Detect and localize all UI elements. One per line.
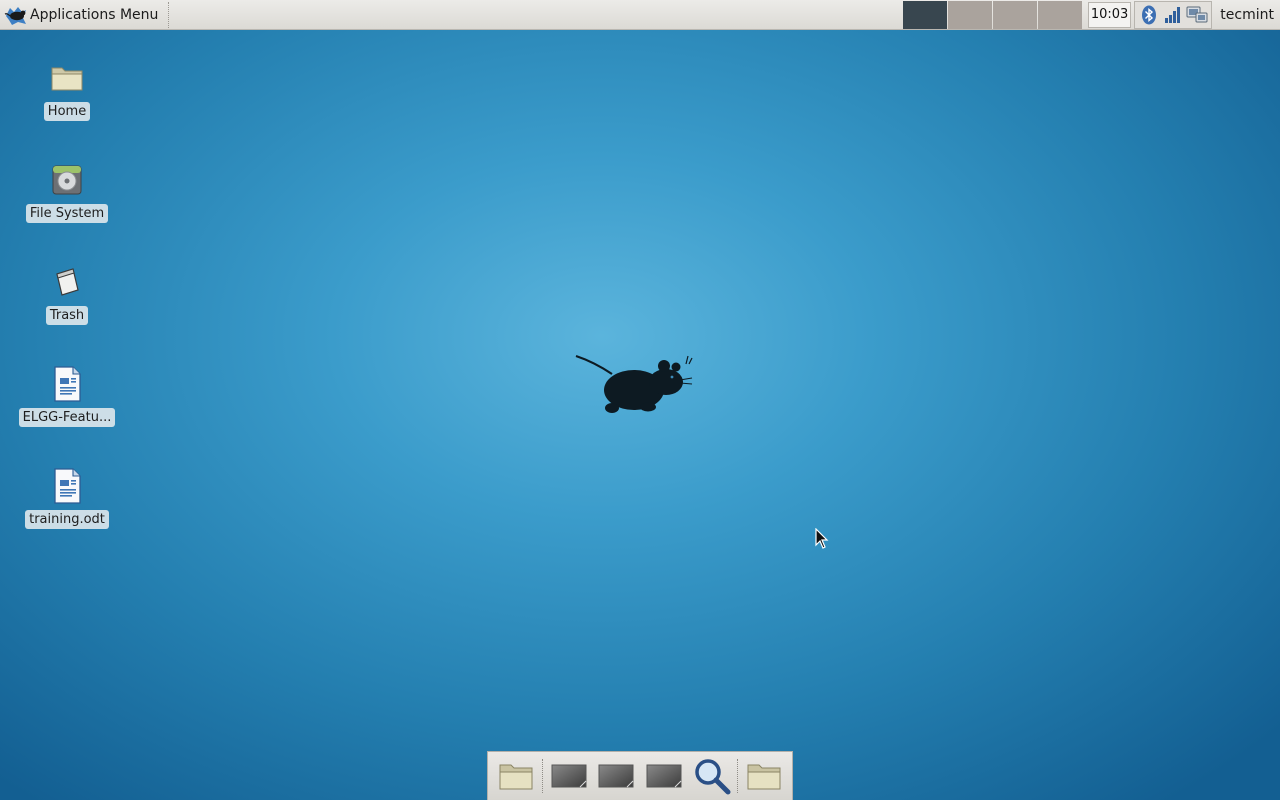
window-icon — [598, 764, 634, 788]
user-menu[interactable]: tecmint — [1216, 7, 1280, 23]
window-button-1[interactable] — [545, 754, 593, 798]
desktop-icon-label: Home — [43, 102, 91, 121]
bottom-dock — [487, 751, 793, 800]
window-icon — [646, 764, 682, 788]
desktop-icon-trash[interactable]: Trash — [7, 262, 127, 325]
desktop-icon-label: ELGG-Featu... — [18, 408, 116, 427]
folder-icon — [747, 764, 781, 790]
network-manager-icon[interactable] — [1186, 4, 1208, 26]
window-button-3[interactable] — [640, 754, 688, 798]
workspace-3[interactable] — [992, 0, 1037, 29]
xfce-mouse-icon — [4, 6, 26, 25]
workspace-1[interactable] — [902, 0, 947, 29]
desktop-icon-home[interactable]: Home — [7, 58, 127, 121]
app-finder-icon — [694, 759, 731, 795]
workspace-switcher — [902, 0, 1083, 29]
workspace-4[interactable] — [1037, 0, 1082, 29]
desktop-icon-label: training.odt — [25, 510, 109, 529]
dock-separator — [737, 759, 739, 793]
file-manager-launcher[interactable] — [492, 754, 540, 798]
workspace-2[interactable] — [947, 0, 992, 29]
trash-icon — [47, 262, 87, 302]
applications-menu-button[interactable]: Applications Menu — [0, 0, 164, 30]
file-manager-icon — [499, 764, 533, 790]
filesystem-icon — [47, 160, 87, 200]
mouse-pointer-icon — [815, 528, 829, 549]
window-icon — [551, 764, 586, 788]
desktop-icon-label: File System — [25, 204, 109, 223]
folder-launcher[interactable] — [740, 754, 788, 798]
panel-clock[interactable]: 10:03 — [1087, 1, 1132, 28]
panel-separator — [168, 1, 170, 28]
top-panel: Applications Menu 10:03 tecmint — [0, 0, 1280, 30]
home-folder-icon — [47, 58, 87, 98]
app-finder-launcher[interactable] — [688, 754, 736, 798]
desktop-icon-elgg-features[interactable]: ELGG-Featu... — [7, 364, 127, 427]
xfce-mouse-wallpaper-logo — [575, 354, 693, 413]
bluetooth-icon[interactable] — [1138, 4, 1160, 26]
desktop-icon-file-system[interactable]: File System — [7, 160, 127, 223]
applications-menu-label: Applications Menu — [30, 6, 159, 23]
desktop-icon-training-odt[interactable]: training.odt — [7, 466, 127, 529]
document-icon — [47, 466, 87, 506]
system-tray — [1134, 0, 1213, 29]
window-button-2[interactable] — [592, 754, 640, 798]
document-icon — [47, 364, 87, 404]
desktop-icon-label: Trash — [45, 306, 89, 325]
network-signal-icon[interactable] — [1162, 4, 1184, 26]
dock-separator — [541, 759, 543, 793]
